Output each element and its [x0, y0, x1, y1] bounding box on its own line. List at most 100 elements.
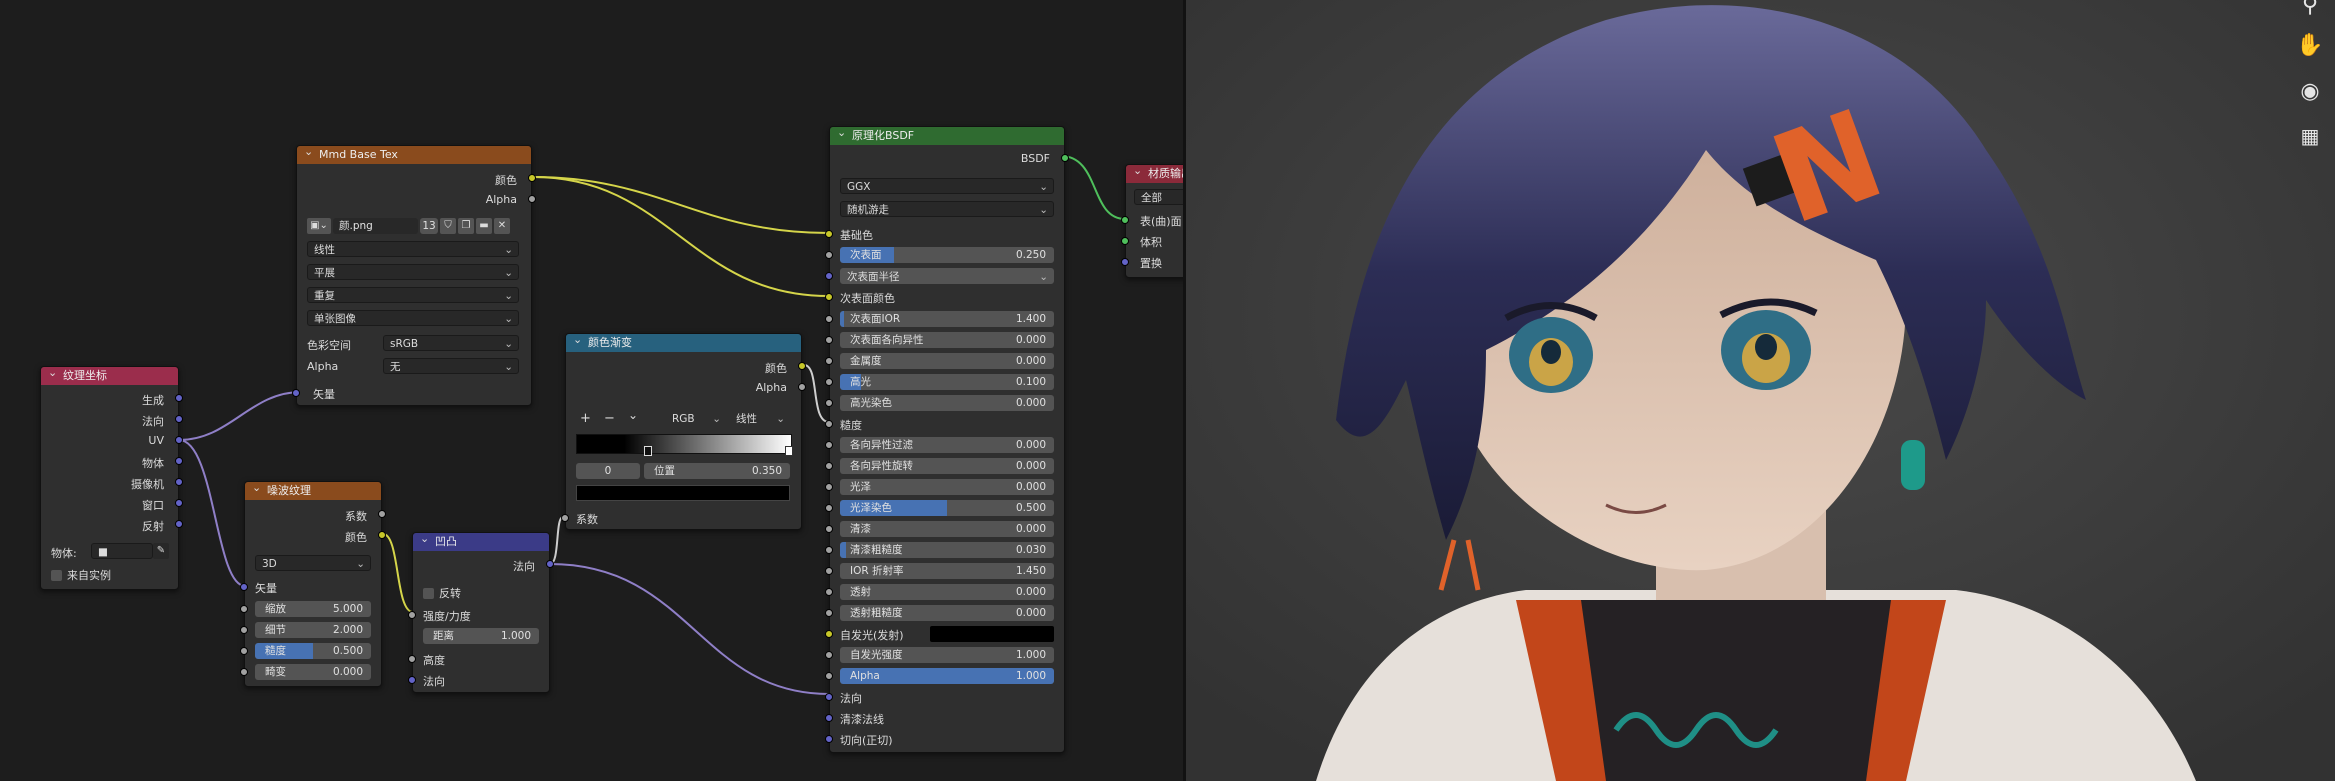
- output-generated-socket[interactable]: [175, 394, 183, 402]
- ramp-menu-chevron-icon[interactable]: ⌄: [628, 408, 638, 422]
- input-base-color-socket[interactable]: [825, 230, 833, 238]
- input-socket-3[interactable]: [825, 378, 833, 386]
- scale-field[interactable]: 缩放 5.000: [255, 601, 371, 617]
- input-socket-1[interactable]: [825, 336, 833, 344]
- output-normal-socket[interactable]: [175, 415, 183, 423]
- node-color-ramp[interactable]: 颜色渐变 颜色 Alpha + − ⌄ RGB⌄ 线性⌄ 0 位置0.350 系…: [561, 333, 806, 530]
- input-socket-11[interactable]: [825, 546, 833, 554]
- output-target-dropdown[interactable]: 全部: [1134, 189, 1183, 205]
- image-browse-button[interactable]: ▣⌄: [307, 218, 331, 234]
- emission-strength-field[interactable]: 自发光强度 1.000: [840, 647, 1054, 663]
- input-socket-2[interactable]: [825, 357, 833, 365]
- output-normal-socket[interactable]: [546, 560, 554, 568]
- input-socket-6[interactable]: [825, 441, 833, 449]
- output-uv-socket[interactable]: [175, 436, 183, 444]
- color-ramp-gradient[interactable]: [576, 434, 792, 454]
- input-socket-12[interactable]: [825, 567, 833, 575]
- bsdf-field-2[interactable]: 金属度 0.000: [840, 353, 1054, 369]
- input-socket-13[interactable]: [825, 588, 833, 596]
- bsdf-field-7[interactable]: 各向异性旋转 0.000: [840, 458, 1054, 474]
- grid-icon[interactable]: ▦: [2296, 122, 2324, 150]
- bsdf-field-6[interactable]: 各向异性过滤 0.000: [840, 437, 1054, 453]
- shader-node-editor[interactable]: Mmd Base Tex 颜色 Alpha ▣⌄ 颜.png 13 ⛉ ❐ ▬ …: [0, 0, 1183, 781]
- node-principled-bsdf[interactable]: 原理化BSDF BSDF GGX⌄ 随机游走⌄ 基础色 次表面0.250 次表面…: [825, 126, 1069, 753]
- subsurface-method-dropdown[interactable]: 随机游走 ⌄: [840, 201, 1054, 217]
- ramp-stop-white-handle[interactable]: [785, 446, 793, 456]
- subsurface-radius-dropdown[interactable]: 次表面半径 ⌄: [840, 268, 1054, 284]
- camera-icon[interactable]: ◉: [2296, 78, 2324, 106]
- distance-field[interactable]: 距离 1.000: [423, 628, 539, 644]
- input-normal-socket[interactable]: [408, 676, 416, 684]
- bsdf-field-13[interactable]: 透射 0.000: [840, 584, 1054, 600]
- input-scale-socket[interactable]: [240, 605, 248, 613]
- bsdf-field-9[interactable]: 光泽染色 0.500: [840, 500, 1054, 516]
- eyedropper-icon[interactable]: ✎: [153, 543, 169, 559]
- projection-dropdown[interactable]: 平展 ⌄: [307, 264, 519, 280]
- output-alpha-socket[interactable]: [528, 195, 536, 203]
- object-field[interactable]: ■: [91, 543, 153, 559]
- alpha-field[interactable]: Alpha 1.000: [840, 668, 1054, 684]
- bsdf-field-11[interactable]: 清漆粗糙度 0.030: [840, 542, 1054, 558]
- input-distortion-socket[interactable]: [240, 668, 248, 676]
- node-title[interactable]: 材质输出: [1126, 165, 1183, 183]
- from-instancer-checkbox[interactable]: 来自实例: [51, 567, 111, 583]
- node-title[interactable]: 纹理坐标: [41, 367, 178, 385]
- bsdf-field-0[interactable]: 次表面IOR 1.400: [840, 311, 1054, 327]
- input-fac-socket[interactable]: [561, 514, 569, 522]
- node-mmd-base-tex[interactable]: Mmd Base Tex 颜色 Alpha ▣⌄ 颜.png 13 ⛉ ❐ ▬ …: [292, 145, 536, 406]
- roughness-field[interactable]: 糙度 0.500: [255, 643, 371, 659]
- dimensions-dropdown[interactable]: 3D ⌄: [255, 555, 371, 571]
- stop-position-field[interactable]: 位置 0.350: [644, 463, 790, 479]
- input-tangent-socket[interactable]: [825, 735, 833, 743]
- interpolation-dropdown[interactable]: 线性 ⌄: [307, 241, 519, 257]
- input-socket-5[interactable]: [825, 420, 833, 428]
- output-camera-socket[interactable]: [175, 478, 183, 486]
- input-surface-socket[interactable]: [1121, 216, 1129, 224]
- detail-field[interactable]: 细节 2.000: [255, 622, 371, 638]
- input-volume-socket[interactable]: [1121, 237, 1129, 245]
- output-bsdf-socket[interactable]: [1061, 154, 1069, 162]
- input-subsurface-socket[interactable]: [825, 251, 833, 259]
- bsdf-field-14[interactable]: 透射粗糙度 0.000: [840, 605, 1054, 621]
- bsdf-field-12[interactable]: IOR 折射率 1.450: [840, 563, 1054, 579]
- output-fac-socket[interactable]: [378, 510, 386, 518]
- node-bump[interactable]: 凹凸 法向 反转 强度/力度 距离1.000 高度 法向: [408, 532, 554, 693]
- remove-stop-button[interactable]: −: [604, 411, 615, 426]
- fake-user-shield-icon[interactable]: ⛉: [440, 218, 456, 234]
- node-title[interactable]: 颜色渐变: [566, 334, 801, 352]
- bsdf-field-1[interactable]: 次表面各向异性 0.000: [840, 332, 1054, 348]
- duplicate-icon[interactable]: ❐: [458, 218, 474, 234]
- output-color-socket[interactable]: [798, 362, 806, 370]
- hand-icon[interactable]: ✋: [2296, 32, 2324, 60]
- subsurface-field[interactable]: 次表面 0.250: [840, 247, 1054, 263]
- input-socket-8[interactable]: [825, 483, 833, 491]
- input-height-socket[interactable]: [408, 655, 416, 663]
- node-title[interactable]: 凹凸: [413, 533, 549, 551]
- input-emission-socket[interactable]: [825, 630, 833, 638]
- output-reflection-socket[interactable]: [175, 520, 183, 528]
- input-normal-socket[interactable]: [825, 693, 833, 701]
- node-title[interactable]: Mmd Base Tex: [297, 146, 531, 164]
- input-subsurface-radius-socket[interactable]: [825, 272, 833, 280]
- input-strength-socket[interactable]: [408, 611, 416, 619]
- zoom-icon[interactable]: ⚲: [2296, 0, 2324, 20]
- output-object-socket[interactable]: [175, 457, 183, 465]
- node-title[interactable]: 原理化BSDF: [830, 127, 1064, 145]
- input-emission-strength-socket[interactable]: [825, 651, 833, 659]
- input-vector-socket[interactable]: [240, 583, 248, 591]
- input-socket-0[interactable]: [825, 315, 833, 323]
- input-displacement-socket[interactable]: [1121, 258, 1129, 266]
- output-alpha-socket[interactable]: [798, 383, 806, 391]
- input-socket-7[interactable]: [825, 462, 833, 470]
- node-texture-coordinate[interactable]: 纹理坐标 生成 法向 UV 物体 摄像机 窗口 反射 物体: ■ ✎ 来自实例: [40, 366, 183, 590]
- input-clearcoat-normal-socket[interactable]: [825, 714, 833, 722]
- stop-index-field[interactable]: 0: [576, 463, 640, 479]
- ramp-stop-black-handle[interactable]: [644, 446, 652, 456]
- bsdf-field-10[interactable]: 清漆 0.000: [840, 521, 1054, 537]
- input-socket-10[interactable]: [825, 525, 833, 533]
- distortion-field[interactable]: 畸变 0.000: [255, 664, 371, 680]
- invert-checkbox[interactable]: 反转: [423, 585, 461, 601]
- color-mode-dropdown[interactable]: RGB ⌄: [666, 411, 726, 427]
- image-name-field[interactable]: 颜.png: [333, 218, 418, 234]
- input-socket-9[interactable]: [825, 504, 833, 512]
